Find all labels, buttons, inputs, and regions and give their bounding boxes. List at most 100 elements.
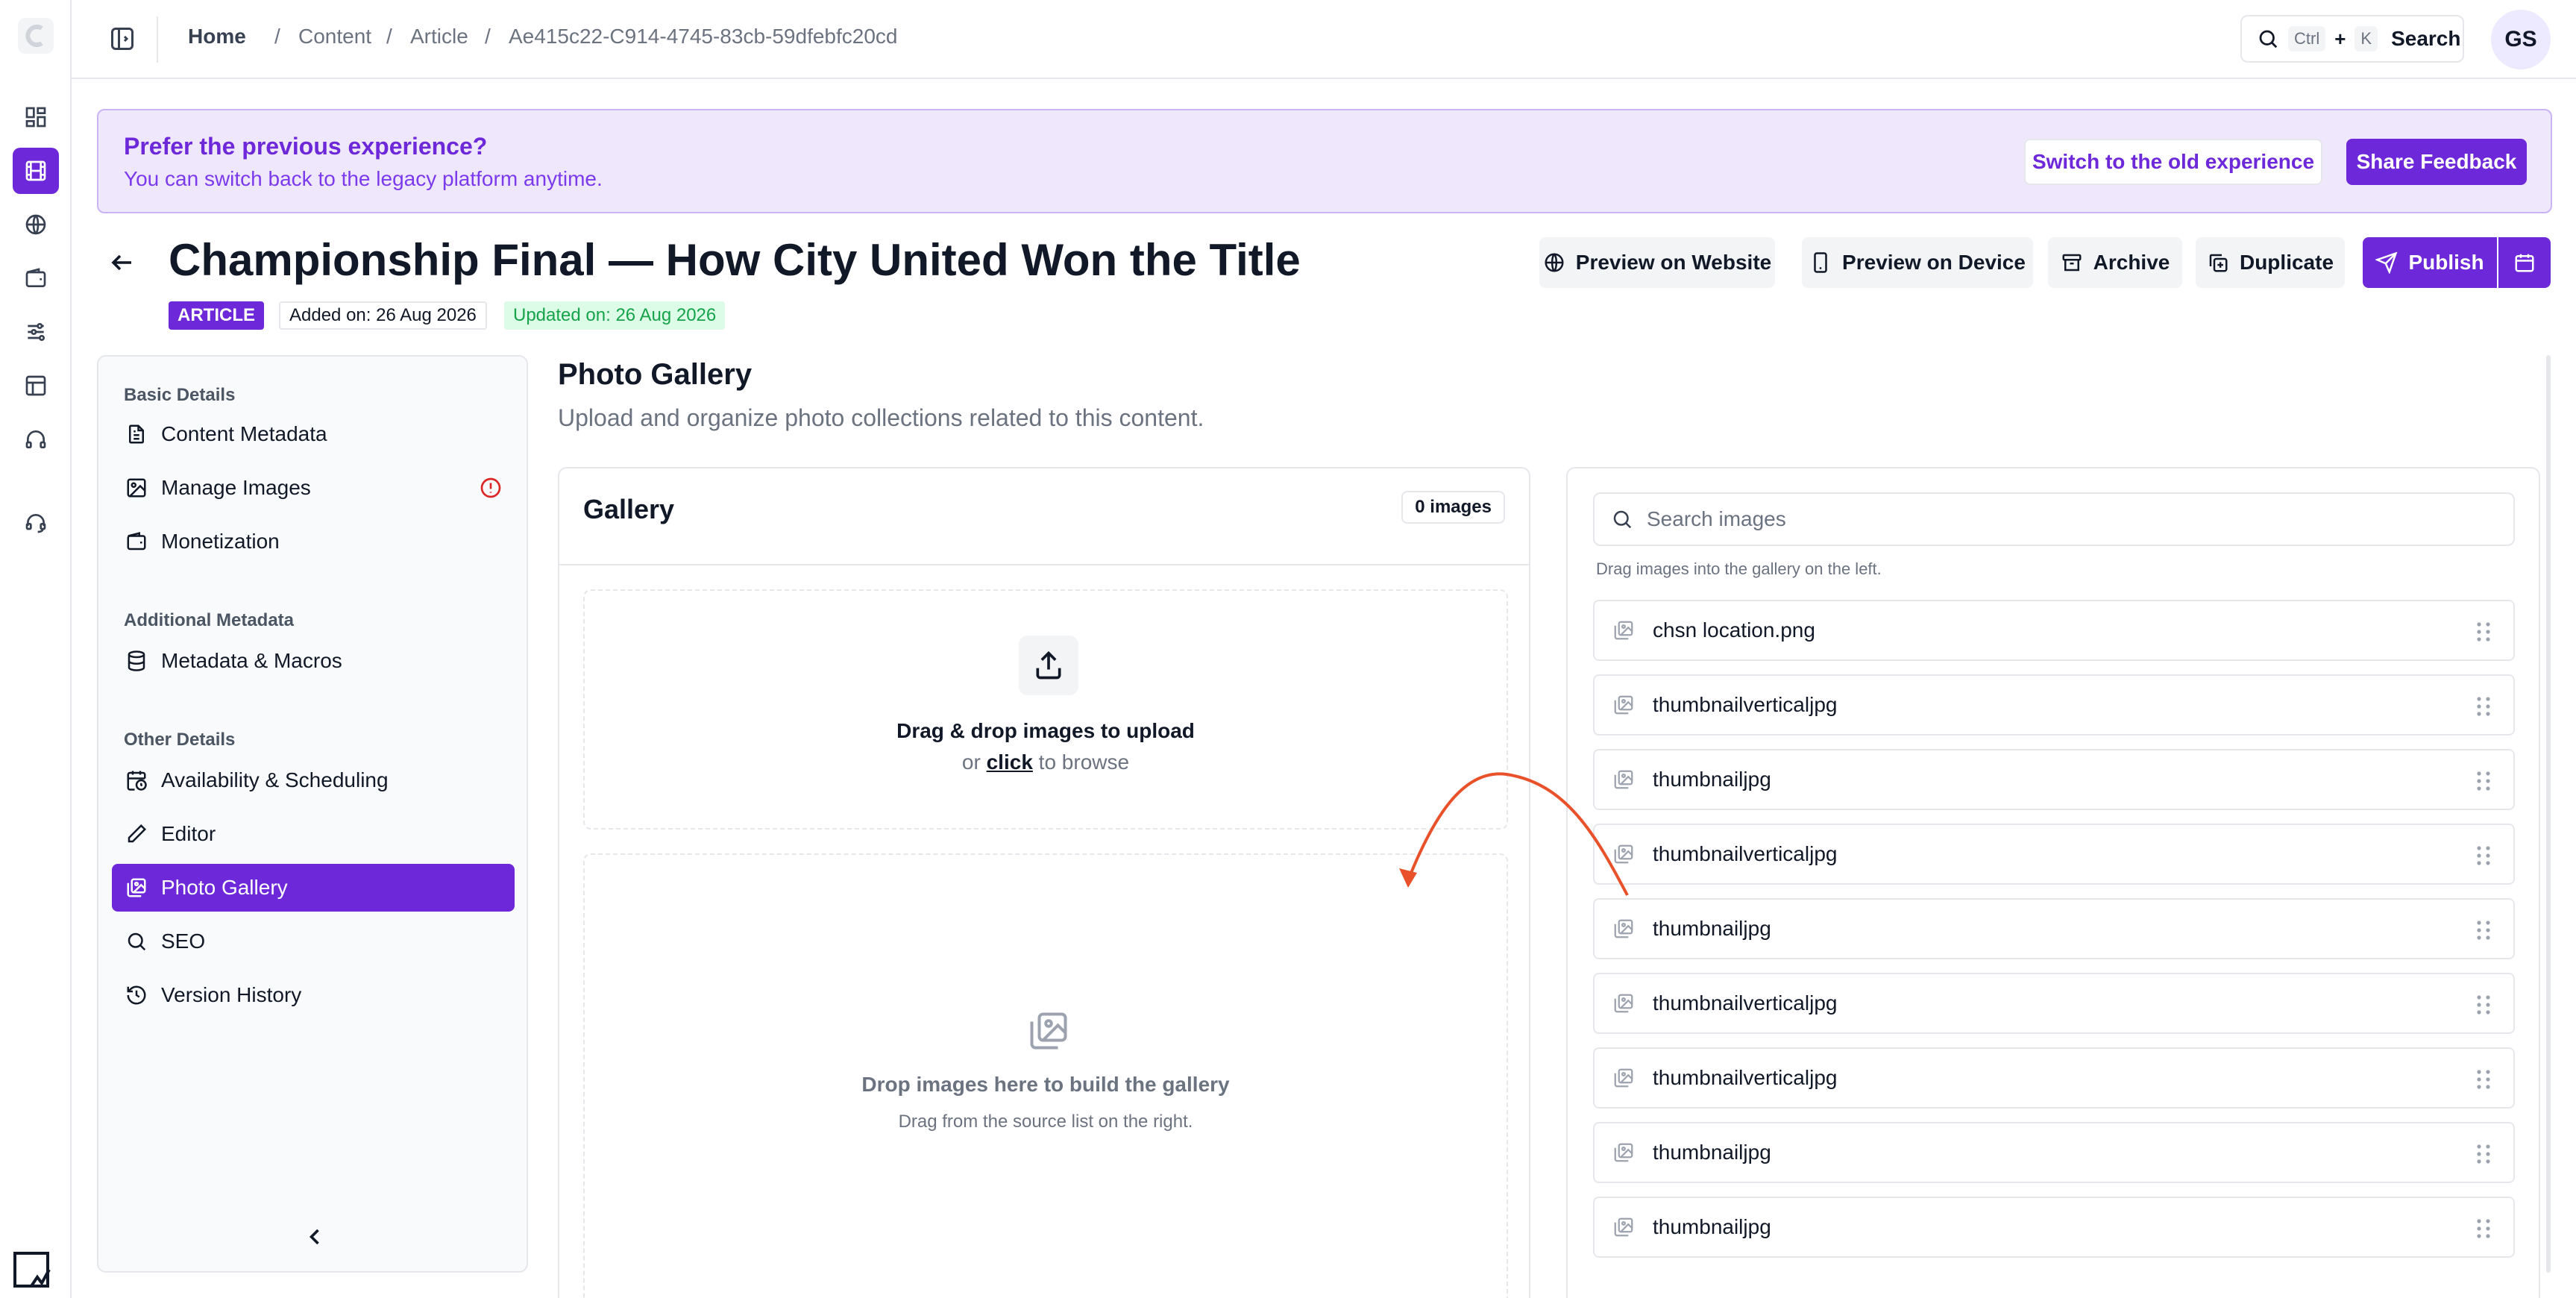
- banner-title: Prefer the previous experience?: [124, 133, 488, 160]
- gallery-icon: [127, 878, 146, 897]
- back-arrow-icon[interactable]: [109, 249, 136, 276]
- upload-subtitle: or click to browse: [585, 750, 1507, 774]
- gallery-icon: [1614, 1217, 1633, 1237]
- upload-or-text: or: [961, 750, 981, 774]
- layout-icon[interactable]: [13, 363, 59, 409]
- section-basic-details: Basic Details: [124, 385, 236, 405]
- section-additional-metadata: Additional Metadata: [124, 610, 295, 630]
- globe-icon[interactable]: [13, 201, 59, 248]
- drag-handle-icon[interactable]: [2475, 771, 2492, 791]
- source-image-item[interactable]: thumbnailverticaljpg: [1593, 973, 2515, 1034]
- upload-title: Drag & drop images to upload: [896, 719, 1195, 742]
- source-image-item[interactable]: thumbnailjpg: [1593, 749, 2515, 810]
- nav-label: Manage Images: [161, 476, 311, 499]
- drag-handle-icon[interactable]: [2475, 845, 2492, 866]
- drag-hint: Drag images into the gallery on the left…: [1596, 559, 1882, 578]
- global-search-button[interactable]: Ctrl + K Search: [2240, 15, 2464, 63]
- search-icon: [1613, 510, 1632, 529]
- nav-label: SEO: [161, 929, 206, 953]
- film-icon[interactable]: [13, 148, 59, 194]
- archive-icon: [2062, 254, 2082, 272]
- source-image-item[interactable]: thumbnailjpg: [1593, 1122, 2515, 1183]
- collapse-chevron-icon[interactable]: [301, 1223, 328, 1250]
- preview-device-button[interactable]: Preview on Device: [1802, 237, 2033, 288]
- drag-handle-icon[interactable]: [2475, 696, 2492, 717]
- source-image-name: thumbnailverticaljpg: [1653, 1066, 1838, 1089]
- panel-toggle-icon[interactable]: [109, 25, 136, 52]
- source-image-name: thumbnailverticaljpg: [1653, 693, 1838, 716]
- gallery-header: Gallery 0 images: [559, 468, 1529, 565]
- gallery-icon: [1614, 1143, 1633, 1162]
- gallery-icon: [1614, 1068, 1633, 1088]
- drag-handle-icon[interactable]: [2475, 621, 2492, 642]
- app-logo[interactable]: [15, 15, 57, 57]
- nav-editor[interactable]: Editor: [112, 810, 515, 858]
- user-avatar[interactable]: GS: [2491, 10, 2551, 69]
- publish-button[interactable]: Publish: [2363, 237, 2497, 288]
- nav-version-history[interactable]: Version History: [112, 971, 515, 1019]
- source-image-name: thumbnailjpg: [1653, 768, 1771, 791]
- gallery-icon: [1614, 994, 1633, 1013]
- share-feedback-button[interactable]: Share Feedback: [2346, 139, 2527, 185]
- source-image-name: thumbnailjpg: [1653, 917, 1771, 940]
- image-search-field[interactable]: [1593, 492, 2515, 546]
- gallery-count-badge: 0 images: [1401, 491, 1505, 524]
- added-date-badge: Added on: 26 Aug 2026: [279, 301, 487, 330]
- wallet-icon[interactable]: [13, 255, 59, 301]
- search-label: Search: [2391, 27, 2461, 50]
- nav-availability-scheduling[interactable]: Availability & Scheduling: [112, 756, 515, 804]
- duplicate-button[interactable]: Duplicate: [2196, 237, 2345, 288]
- globe-icon: [1545, 253, 1564, 272]
- drag-handle-icon[interactable]: [2475, 994, 2492, 1015]
- feedback-icon[interactable]: [12, 1250, 54, 1291]
- copy-plus-icon: [2209, 254, 2228, 272]
- breadcrumb-separator: /: [386, 25, 392, 48]
- preview-website-button[interactable]: Preview on Website: [1539, 237, 1775, 288]
- drag-handle-icon[interactable]: [2475, 1218, 2492, 1239]
- duplicate-label: Duplicate: [2239, 251, 2334, 274]
- dashboard-icon[interactable]: [13, 94, 59, 140]
- drag-arrow-annotation: [1399, 772, 1629, 896]
- dropzone-subtitle: Drag from the source list on the right.: [898, 1112, 1193, 1132]
- image-search-input[interactable]: [1647, 507, 2467, 531]
- breadcrumb-article[interactable]: Article: [410, 25, 468, 48]
- sliders-icon[interactable]: [13, 309, 59, 355]
- shortcut-key-ctrl: Ctrl: [2288, 26, 2326, 51]
- shortcut-key-k: K: [2354, 26, 2378, 51]
- divider: [157, 16, 158, 63]
- document-icon: [129, 424, 144, 444]
- section-other-details: Other Details: [124, 730, 236, 750]
- nav-seo[interactable]: SEO: [112, 918, 515, 965]
- drag-handle-icon[interactable]: [2475, 920, 2492, 941]
- upload-dropzone[interactable]: Drag & drop images to upload or click to…: [583, 589, 1508, 830]
- support-icon[interactable]: [13, 500, 59, 546]
- nav-content-metadata[interactable]: Content Metadata: [112, 410, 515, 458]
- drag-handle-icon[interactable]: [2475, 1144, 2492, 1164]
- source-image-item[interactable]: thumbnailverticaljpg: [1593, 1047, 2515, 1109]
- nav-monetization[interactable]: Monetization: [112, 518, 515, 565]
- nav-manage-images[interactable]: Manage Images: [112, 464, 515, 512]
- source-image-list: chsn location.png thumbnailverticaljpg thu…: [1593, 600, 2515, 1271]
- gallery-dropzone[interactable]: Drop images here to build the gallery Dr…: [583, 853, 1508, 1298]
- database-icon: [128, 650, 145, 671]
- nav-label: Availability & Scheduling: [161, 768, 389, 791]
- source-image-item[interactable]: thumbnailverticaljpg: [1593, 824, 2515, 885]
- preview-device-label: Preview on Device: [1842, 251, 2026, 274]
- gallery-icon: [1614, 919, 1633, 938]
- switch-old-experience-button[interactable]: Switch to the old experience: [2024, 139, 2322, 185]
- source-image-item[interactable]: chsn location.png: [1593, 600, 2515, 661]
- headphones-icon[interactable]: [13, 416, 59, 463]
- browse-link[interactable]: click: [987, 750, 1033, 774]
- source-image-item[interactable]: thumbnailjpg: [1593, 1197, 2515, 1258]
- drag-handle-icon[interactable]: [2475, 1069, 2492, 1090]
- scrollbar[interactable]: [2545, 355, 2552, 1273]
- nav-photo-gallery[interactable]: Photo Gallery: [112, 864, 515, 912]
- archive-button[interactable]: Archive: [2048, 237, 2182, 288]
- breadcrumb-home[interactable]: Home: [188, 25, 246, 48]
- source-image-item[interactable]: thumbnailjpg: [1593, 898, 2515, 959]
- source-image-item[interactable]: thumbnailverticaljpg: [1593, 674, 2515, 736]
- breadcrumb-content[interactable]: Content: [298, 25, 371, 48]
- schedule-publish-button[interactable]: [2498, 237, 2551, 288]
- wallet-icon: [127, 532, 146, 551]
- nav-metadata-macros[interactable]: Metadata & Macros: [112, 637, 515, 685]
